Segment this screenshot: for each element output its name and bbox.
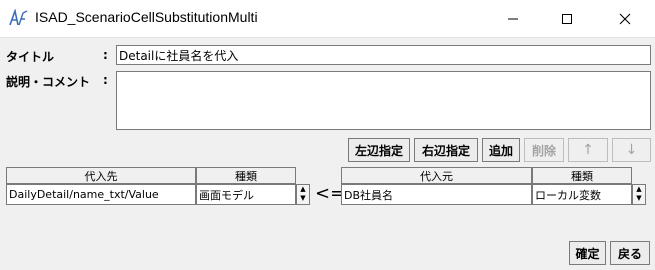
source-column-header: 代入元 [341,167,532,184]
minimize-button[interactable] [490,0,536,38]
back-button[interactable]: 戻る [610,241,650,265]
scroll-down-icon: ▼ [300,194,306,202]
isad-logo-icon [9,9,28,26]
source-scrollbar[interactable]: ▲ ▼ [632,184,646,205]
source-type-column-header: 種類 [532,167,632,184]
target-type-column-header: 種類 [196,167,296,184]
title-input-value: Detailに社員名を代入 [119,49,239,63]
delete-button[interactable]: 削除 [524,138,564,162]
minimize-icon [508,18,518,20]
comment-colon: : [103,73,108,87]
target-cell-type[interactable]: 画面モデル [196,184,296,205]
confirm-button[interactable]: 確定 [569,241,606,265]
comment-label: 説明・コメント [6,75,91,89]
add-button[interactable]: 追加 [482,138,520,162]
move-up-button[interactable]: ↑ [568,138,608,162]
target-cell-path[interactable]: DailyDetail/name_txt/Value [6,184,196,205]
target-scrollbar[interactable]: ▲ ▼ [296,184,310,205]
source-cell-type[interactable]: ローカル変数 [532,184,632,205]
scroll-down-icon: ▼ [636,194,642,202]
close-icon [619,13,631,25]
source-cell-name[interactable]: DB社員名 [341,184,532,205]
title-colon: : [103,48,108,62]
title-label: タイトル [6,50,55,64]
title-input[interactable]: Detailに社員名を代入 [116,45,651,65]
maximize-icon [562,14,572,24]
right-assign-button[interactable]: 右辺指定 [414,138,478,162]
scroll-up-icon: ▲ [636,185,642,193]
maximize-button[interactable] [544,0,590,38]
window-titlebar: ISAD_ScenarioCellSubstitutionMulti [0,0,655,38]
left-assign-button[interactable]: 左辺指定 [348,138,410,162]
comment-textarea[interactable] [116,71,651,130]
move-down-button[interactable]: ↓ [612,138,651,162]
window-title: ISAD_ScenarioCellSubstitutionMulti [35,9,258,25]
target-column-header: 代入先 [6,167,196,184]
scroll-up-icon: ▲ [300,185,306,193]
close-button[interactable] [602,0,648,38]
